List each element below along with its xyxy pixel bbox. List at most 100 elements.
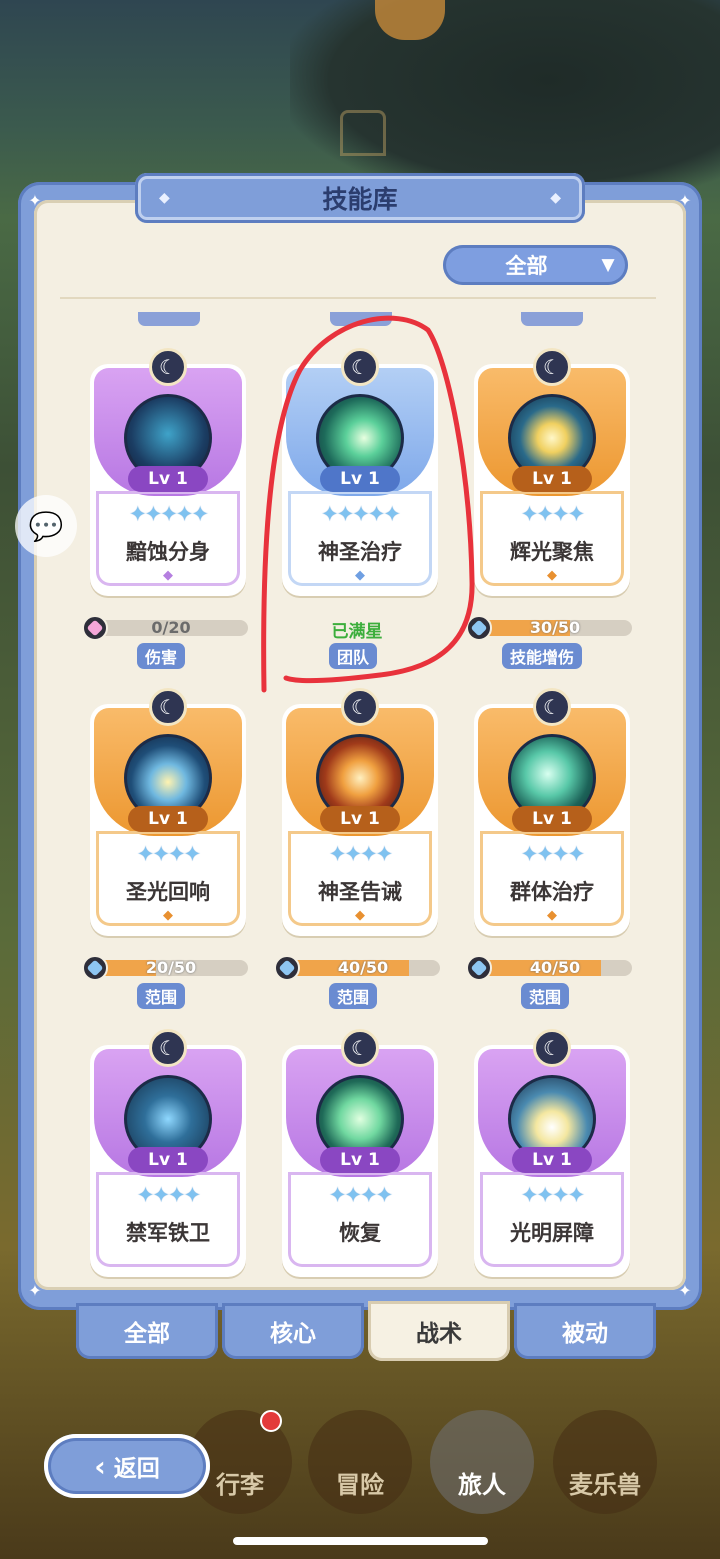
gem-icon: ◆ [355, 568, 365, 583]
corner-star-icon: ✦ [28, 1281, 42, 1300]
panel-title: ◆ 技能库 ◆ [135, 173, 585, 223]
moon-icon: ☾ [149, 1029, 187, 1067]
level-badge: Lv 1 [128, 806, 208, 832]
skill-card[interactable]: ☾ Lv 1 ✦✦✦✦✦ 黯蚀分身 ◆ [90, 348, 246, 596]
skill-card[interactable]: ☾ Lv 1 ✦✦✦✦✦ 神圣治疗 ◆ [282, 348, 438, 596]
moon-icon: ☾ [149, 348, 187, 386]
progress-text: 40/50 [529, 958, 581, 977]
level-badge: Lv 1 [512, 466, 592, 492]
skill-name: 光明屏障 [510, 1221, 594, 1245]
progress-text: 20/50 [145, 958, 197, 977]
max-star-status: 已满星 [331, 622, 383, 642]
star-rating: ✦✦✦✦ [136, 842, 201, 866]
moon-icon: ☾ [533, 348, 571, 386]
nav-label: 冒险 [336, 1471, 384, 1499]
skill-tag: 团队 [329, 643, 378, 669]
moon-icon: ☾ [533, 688, 571, 726]
background-crown [340, 110, 386, 156]
skill-name: 神圣告诫 [318, 880, 402, 904]
shard-progress: 40/50 [274, 955, 440, 981]
level-badge: Lv 1 [320, 1147, 400, 1173]
progress-text: 0/20 [151, 618, 191, 637]
moon-icon: ☾ [533, 1029, 571, 1067]
progress-text: 40/50 [337, 958, 389, 977]
filter-label: 全部 [505, 254, 548, 278]
nav-label: 旅人 [458, 1471, 506, 1499]
progress-text: 30/50 [529, 618, 581, 637]
skill-card[interactable]: ☾ Lv 1 ✦✦✦✦ 神圣告诫 ◆ [282, 688, 438, 936]
star-rating: ✦✦✦✦ [136, 1183, 201, 1207]
home-indicator[interactable] [233, 1537, 488, 1545]
skill-name: 黯蚀分身 [126, 540, 210, 564]
skill-tag: 伤害 [137, 643, 186, 669]
back-label: 返回 [113, 1456, 160, 1482]
skill-card[interactable]: ☾ Lv 1 ✦✦✦✦ 恢复 [282, 1029, 438, 1277]
shard-progress: 40/50 [466, 955, 632, 981]
level-badge: Lv 1 [320, 466, 400, 492]
shard-progress: 0/20 [82, 615, 248, 641]
tab-all[interactable]: 全部 [76, 1303, 218, 1359]
background-rock [290, 0, 720, 200]
moon-icon: ☾ [341, 1029, 379, 1067]
star-rating: ✦✦✦✦ [520, 502, 585, 526]
back-button[interactable]: ‹ 返回 [44, 1434, 210, 1498]
star-rating: ✦✦✦✦✦ [321, 502, 401, 526]
level-badge: Lv 1 [512, 806, 592, 832]
nav-label: 麦乐兽 [569, 1471, 641, 1499]
level-badge: Lv 1 [128, 1147, 208, 1173]
nav-label: 行李 [216, 1471, 264, 1499]
gem-icon: ◆ [163, 568, 173, 583]
shard-progress: 20/50 [82, 955, 248, 981]
chat-bubble-icon[interactable]: 💬 [15, 495, 77, 557]
skill-name: 群体治疗 [510, 880, 594, 904]
previous-row-tag [521, 312, 583, 326]
chevron-left-icon: ‹ [94, 1449, 106, 1483]
star-rating: ✦✦✦✦ [328, 842, 393, 866]
diamond-icon: ◆ [550, 190, 561, 206]
skill-name: 恢复 [339, 1221, 381, 1245]
skill-tag: 技能增伤 [502, 643, 583, 669]
corner-star-icon: ✦ [678, 1281, 692, 1300]
skill-name: 圣光回响 [126, 880, 210, 904]
nav-adventure[interactable]: 冒险 [308, 1410, 412, 1514]
skill-card[interactable]: ☾ Lv 1 ✦✦✦✦ 群体治疗 ◆ [474, 688, 630, 936]
skill-card[interactable]: ☾ Lv 1 ✦✦✦✦ 圣光回响 ◆ [90, 688, 246, 936]
skill-card[interactable]: ☾ Lv 1 ✦✦✦✦ 禁军铁卫 [90, 1029, 246, 1277]
notification-dot [260, 1410, 282, 1432]
gem-icon: ◆ [547, 568, 557, 583]
skill-name: 禁军铁卫 [126, 1221, 210, 1245]
category-filter-dropdown[interactable]: 全部 ▼ [443, 245, 628, 285]
corner-star-icon: ✦ [678, 191, 692, 210]
tab-passive[interactable]: 被动 [514, 1303, 656, 1359]
gem-icon: ◆ [163, 908, 173, 923]
skill-card[interactable]: ☾ Lv 1 ✦✦✦✦ 辉光聚焦 ◆ [474, 348, 630, 596]
star-rating: ✦✦✦✦✦ [129, 502, 209, 526]
level-badge: Lv 1 [512, 1147, 592, 1173]
skill-name: 辉光聚焦 [510, 540, 594, 564]
star-rating: ✦✦✦✦ [328, 1183, 393, 1207]
shard-progress: 30/50 [466, 615, 632, 641]
tab-core[interactable]: 核心 [222, 1303, 364, 1359]
star-rating: ✦✦✦✦ [520, 1183, 585, 1207]
nav-traveler[interactable]: 旅人 [430, 1410, 534, 1514]
gem-icon: ◆ [547, 908, 557, 923]
level-badge: Lv 1 [128, 466, 208, 492]
panel-title-text: 技能库 [322, 185, 398, 214]
previous-row-tag [330, 312, 392, 326]
previous-row-tag [138, 312, 200, 326]
skill-card[interactable]: ☾ Lv 1 ✦✦✦✦ 光明屏障 [474, 1029, 630, 1277]
moon-icon: ☾ [149, 688, 187, 726]
moon-icon: ☾ [341, 348, 379, 386]
skill-tag: 范围 [329, 983, 378, 1009]
skill-tag: 范围 [137, 983, 186, 1009]
skill-tag: 范围 [521, 983, 570, 1009]
dropdown-arrow-icon: ▼ [601, 255, 615, 275]
diamond-icon: ◆ [159, 190, 170, 206]
nav-pet[interactable]: 麦乐兽 [553, 1410, 657, 1514]
level-badge: Lv 1 [320, 806, 400, 832]
divider [60, 297, 656, 299]
skill-name: 神圣治疗 [318, 540, 402, 564]
tab-tactics[interactable]: 战术 [368, 1301, 510, 1361]
star-rating: ✦✦✦✦ [520, 842, 585, 866]
skill-category-tabs: 全部 核心 战术 被动 [76, 1301, 656, 1361]
